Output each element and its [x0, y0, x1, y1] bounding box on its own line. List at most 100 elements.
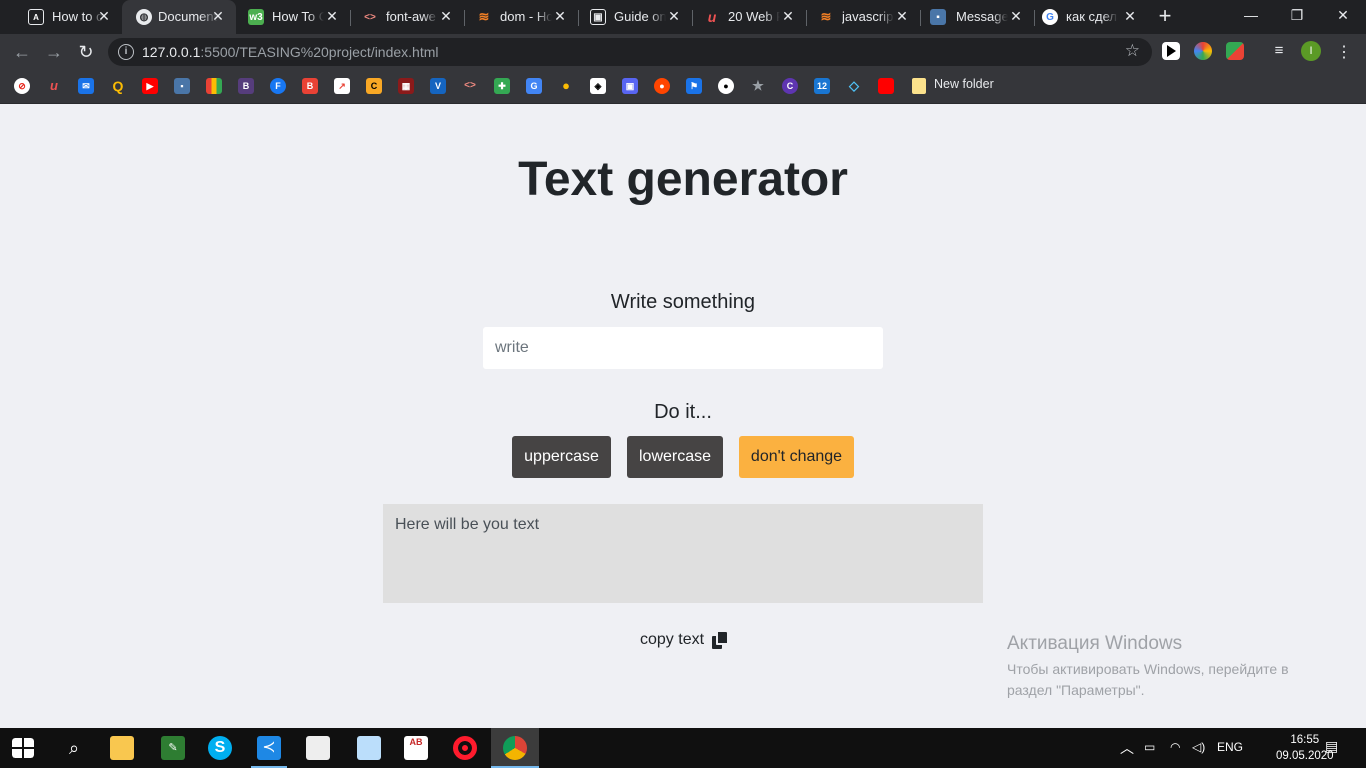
chart-app-icon[interactable]	[306, 736, 330, 760]
bookmark-duck-icon[interactable]: ●	[558, 78, 574, 94]
close-icon[interactable]: ✕	[1008, 8, 1024, 24]
info-icon[interactable]: i	[118, 44, 134, 60]
minimize-button[interactable]: —	[1228, 0, 1274, 30]
bookmark-bootstrap-icon[interactable]: B	[238, 78, 254, 94]
lowercase-button[interactable]: lowercase	[627, 436, 723, 478]
close-icon[interactable]: ✕	[780, 8, 796, 24]
google-icon: G	[1042, 9, 1058, 25]
reload-button[interactable]: ↻	[74, 40, 98, 64]
angular-icon: A	[28, 9, 44, 25]
color-extension-icon[interactable]	[1194, 42, 1212, 60]
dont-change-button[interactable]: don't change	[739, 436, 854, 478]
close-icon[interactable]: ✕	[666, 8, 682, 24]
close-icon[interactable]: ✕	[210, 8, 226, 24]
bookmark-star-icon[interactable]: ☆	[1125, 41, 1140, 61]
bookmark-app-icon[interactable]: ▣	[622, 78, 638, 94]
menu-icon[interactable]: ⋮	[1336, 42, 1352, 62]
copy-label: copy text	[640, 631, 705, 648]
uppercase-button[interactable]: uppercase	[512, 436, 611, 478]
bookmark-star-icon[interactable]: ★	[750, 78, 766, 94]
bookmark-reddit-icon[interactable]: ●	[654, 78, 670, 94]
close-icon[interactable]: ✕	[552, 8, 568, 24]
bookmark-red-icon[interactable]	[878, 78, 894, 94]
abbyy-icon[interactable]: AB	[404, 736, 428, 760]
tab-9[interactable]: ▪ Messages ✕	[920, 0, 1034, 34]
close-icon[interactable]: ✕	[894, 8, 910, 24]
bookmark-12-icon[interactable]: 12	[814, 78, 830, 94]
tab-7[interactable]: u 20 Web P ✕	[692, 0, 806, 34]
back-button[interactable]: ←	[10, 40, 34, 64]
language-indicator[interactable]: ENG	[1217, 740, 1243, 754]
opera-icon[interactable]	[453, 736, 477, 760]
notifications-icon[interactable]: ▤	[1325, 738, 1338, 755]
bookmark-folder[interactable]: New folder	[934, 77, 994, 91]
start-icon[interactable]	[12, 738, 34, 758]
bookmark-chart-icon[interactable]: ↗	[334, 78, 350, 94]
close-window-button[interactable]: ✕	[1320, 0, 1366, 30]
bookmark-github-icon[interactable]: ●	[718, 78, 734, 94]
url-text[interactable]: 127.0.0.1:5500/TEASING%20project/index.h…	[142, 44, 439, 60]
battery-icon[interactable]: ▭	[1144, 740, 1155, 754]
bookmark-translate-icon[interactable]: G	[526, 78, 542, 94]
bookmark-grid-icon[interactable]	[206, 78, 222, 94]
activation-title: Активация Windows	[1007, 633, 1183, 654]
chevron-up-icon[interactable]: ︿	[1120, 738, 1134, 758]
bookmark-codepen-icon[interactable]: ◈	[590, 78, 606, 94]
bookmark-chat-icon[interactable]: ▪	[174, 78, 190, 94]
bookmark-q-icon[interactable]: Q	[110, 78, 126, 94]
file-explorer-icon[interactable]	[110, 736, 134, 760]
address-bar[interactable]: i 127.0.0.1:5500/TEASING%20project/index…	[108, 38, 1152, 66]
copy-icon[interactable]	[712, 631, 728, 649]
tab-title: Guide on	[614, 9, 666, 24]
close-icon[interactable]: ✕	[96, 8, 112, 24]
tab-3[interactable]: w3 How To C ✕	[236, 0, 350, 34]
folder-icon	[912, 78, 926, 94]
close-icon[interactable]: ✕	[1122, 8, 1138, 24]
volume-icon[interactable]: ◁)	[1192, 740, 1205, 754]
bookmark-udemy-icon[interactable]: u	[46, 78, 62, 94]
tab-4[interactable]: <> font-awe ✕	[350, 0, 464, 34]
tab-5[interactable]: ≋ dom - Ho ✕	[464, 0, 578, 34]
bookmark-diamond-icon[interactable]: ◇	[846, 78, 862, 94]
play-extension-icon[interactable]	[1162, 42, 1180, 60]
page-title: Text generator	[518, 153, 848, 206]
url-path: :5500/TEASING%20project/index.html	[200, 44, 439, 60]
extension-icon[interactable]	[1226, 42, 1244, 60]
tab-6[interactable]: ▣ Guide on ✕	[578, 0, 692, 34]
bookmark-puzzle-icon[interactable]: ✚	[494, 78, 510, 94]
tab-2-active[interactable]: ◍ Document ✕	[122, 0, 236, 34]
bookmark-c-circle-icon[interactable]: C	[782, 78, 798, 94]
bookmark-mail-icon[interactable]: ✉	[78, 78, 94, 94]
bookmark-facebook-icon[interactable]: F	[270, 78, 286, 94]
app-icon[interactable]: ✎	[161, 736, 185, 760]
bookmark-b-icon[interactable]: B	[302, 78, 318, 94]
bookmark-opera-icon[interactable]: ⊘	[14, 78, 30, 94]
forward-button[interactable]: →	[42, 40, 66, 64]
search-icon[interactable]: ⌕	[62, 736, 86, 760]
new-tab-button[interactable]: +	[1155, 5, 1175, 27]
profile-avatar[interactable]: I	[1301, 41, 1321, 61]
tab-8[interactable]: ≋ javascript ✕	[806, 0, 920, 34]
tab-strip: A How to cr ✕ ◍ Document ✕ w3 How To C ✕…	[0, 0, 1366, 34]
bookmark-v-icon[interactable]: V	[430, 78, 446, 94]
vscode-icon[interactable]: ≺	[257, 736, 281, 760]
bookmark-c-icon[interactable]: C	[366, 78, 382, 94]
close-icon[interactable]: ✕	[438, 8, 454, 24]
bookmark-flag-icon[interactable]: ⚑	[686, 78, 702, 94]
tab-1[interactable]: A How to cr ✕	[8, 0, 122, 34]
close-icon[interactable]: ✕	[324, 8, 340, 24]
text-input[interactable]	[483, 327, 883, 369]
restore-button[interactable]: ❐	[1274, 0, 1320, 30]
copy-text-button[interactable]: copy text	[640, 631, 728, 649]
wifi-icon[interactable]: ◠	[1170, 740, 1180, 754]
bookmark-pattern-icon[interactable]: ▦	[398, 78, 414, 94]
output-box: Here will be you text	[383, 504, 983, 603]
tab-title: Document	[158, 9, 218, 24]
image-app-icon[interactable]	[357, 736, 381, 760]
tab-10[interactable]: G как сдела ✕	[1034, 0, 1148, 34]
bookmark-youtube-icon[interactable]: ▶	[142, 78, 158, 94]
bookmark-code-icon[interactable]: <>	[462, 78, 478, 94]
media-control-icon[interactable]: ≡	[1270, 42, 1288, 60]
chrome-icon[interactable]	[503, 736, 527, 760]
skype-icon[interactable]: S	[208, 736, 232, 760]
